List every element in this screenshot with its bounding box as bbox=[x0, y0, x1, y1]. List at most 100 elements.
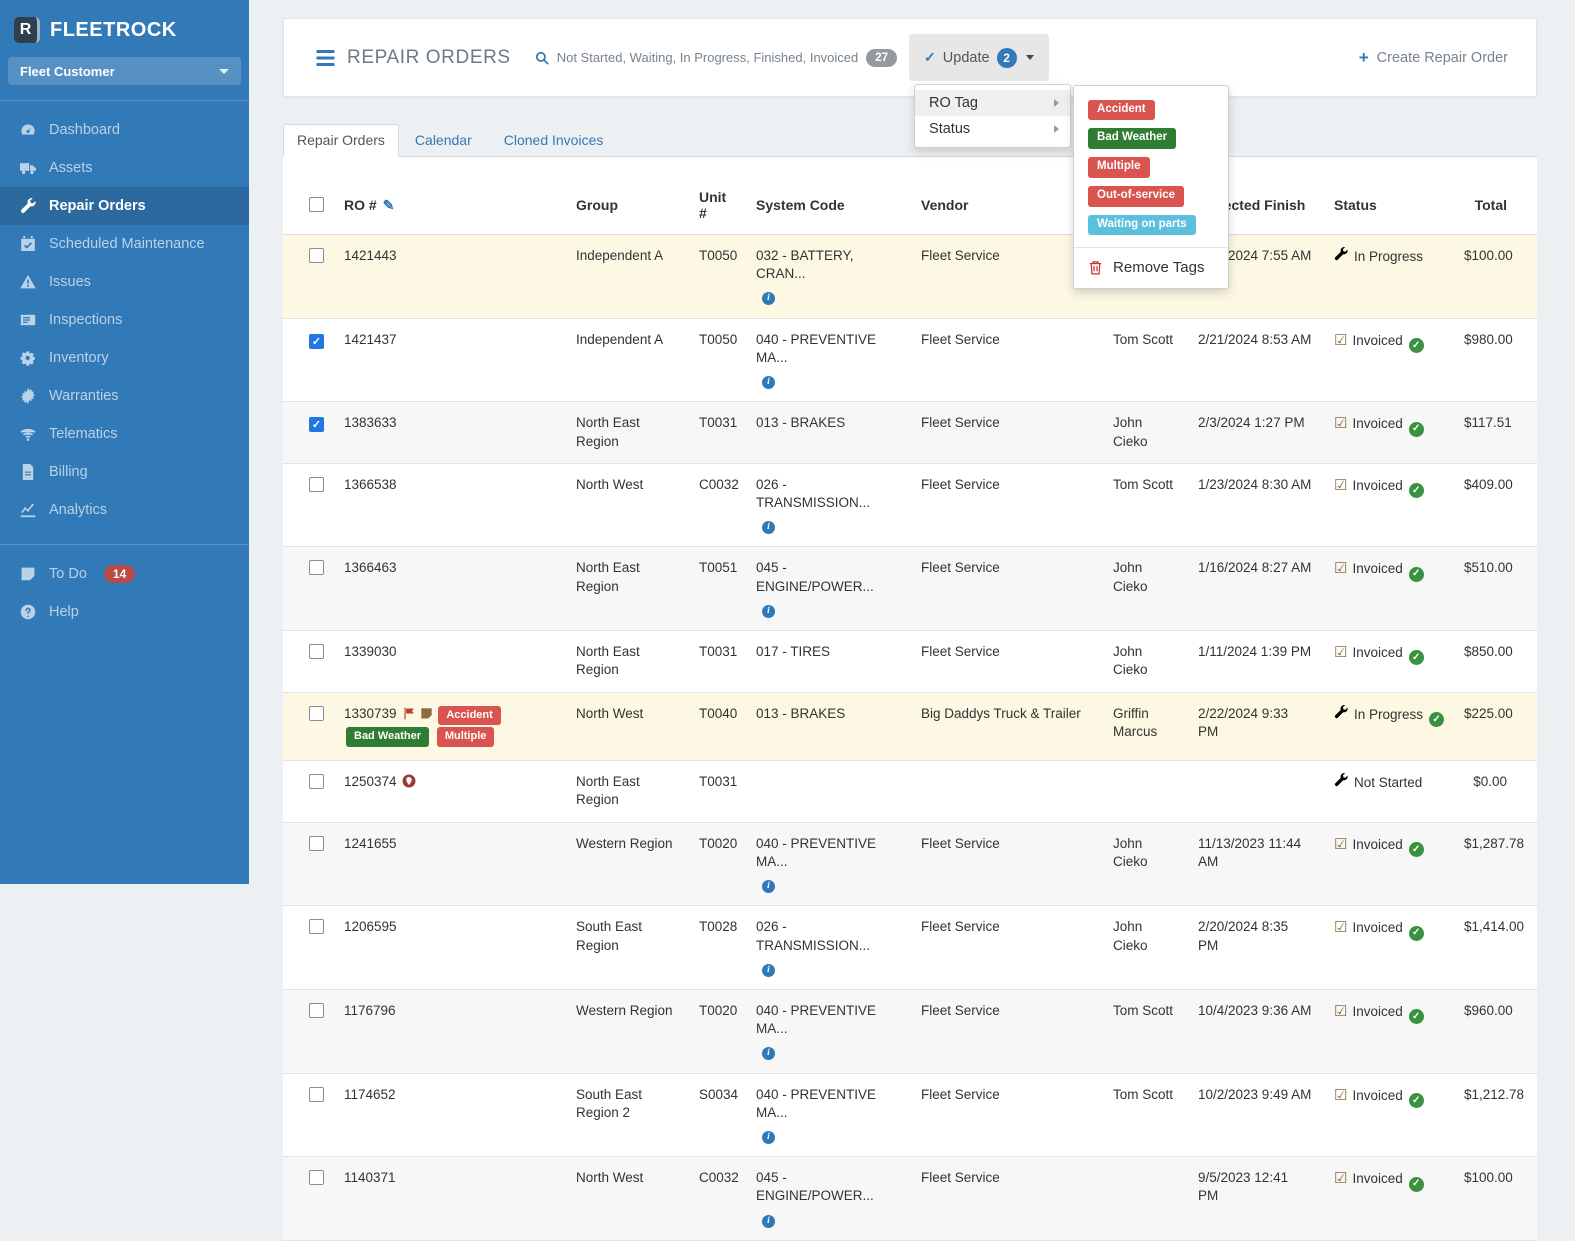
ro-number[interactable]: 1140371 bbox=[344, 1170, 396, 1185]
sidebar-item-inventory[interactable]: Inventory bbox=[0, 339, 249, 377]
info-icon[interactable]: i bbox=[762, 963, 775, 977]
sidebar-item-help[interactable]: Help bbox=[0, 593, 249, 631]
table-header: RO # ✎ Group Unit # System Code Vendor Expecte… bbox=[283, 177, 1537, 235]
tab-repair-orders[interactable]: Repair Orders bbox=[283, 124, 399, 157]
brand-logo[interactable]: R FLEETROCK bbox=[0, 0, 249, 51]
tag-option-waiting-on-parts[interactable]: Waiting on parts bbox=[1088, 214, 1196, 236]
status-filter[interactable]: Not Started, Waiting, In Progress, Finis… bbox=[535, 48, 898, 67]
row-checkbox[interactable] bbox=[309, 1086, 324, 1102]
ro-number[interactable]: 1250374 bbox=[344, 774, 397, 789]
group-cell: North West bbox=[560, 692, 683, 762]
tag-option-bad-weather[interactable]: Bad Weather bbox=[1088, 128, 1177, 150]
verified-check-icon: ✓ bbox=[1408, 1176, 1424, 1192]
ro-number[interactable]: 1339030 bbox=[344, 644, 397, 659]
row-checkbox[interactable] bbox=[309, 919, 324, 935]
expected-finish-cell: 10/4/2023 9:36 AM bbox=[1182, 989, 1318, 1074]
info-icon[interactable]: i bbox=[762, 1047, 775, 1061]
tag-option-accident[interactable]: Accident bbox=[1088, 99, 1155, 121]
tab-calendar[interactable]: Calendar bbox=[399, 125, 488, 156]
ro-number[interactable]: 1421443 bbox=[344, 248, 397, 263]
plus-icon: + bbox=[1358, 48, 1369, 67]
row-select-cell bbox=[283, 760, 328, 823]
sidebar-item-telematics[interactable]: Telematics bbox=[0, 415, 249, 453]
technician-cell: John Cieko bbox=[1097, 905, 1182, 990]
ro-number[interactable]: 1174652 bbox=[344, 1087, 396, 1102]
sidebar-item-to-do[interactable]: To Do 14 bbox=[0, 555, 249, 593]
ro-number-cell: 1339030 bbox=[328, 630, 560, 693]
row-checkbox[interactable] bbox=[309, 835, 324, 851]
table-row: 1366538 North West C0032 026 - TRANSMISSION… bbox=[283, 463, 1537, 548]
sidebar-item-scheduled-maintenance[interactable]: Scheduled Maintenance bbox=[0, 225, 249, 263]
total-cell: $1,212.78 bbox=[1448, 1073, 1537, 1158]
system-code-text: 045 - ENGINE/POWER... bbox=[756, 560, 874, 594]
row-checkbox[interactable] bbox=[309, 644, 324, 660]
ro-number[interactable]: 1241655 bbox=[344, 836, 397, 851]
table-row: 1330739 Accident Bad Weather Multiple Nor… bbox=[283, 692, 1537, 762]
ro-tag-multiple[interactable]: Multiple bbox=[436, 727, 495, 748]
row-checkbox[interactable] bbox=[309, 248, 324, 263]
row-checkbox[interactable] bbox=[309, 560, 324, 576]
inspection-list-icon bbox=[20, 312, 36, 328]
sidebar-item-warranties[interactable]: Warranties bbox=[0, 377, 249, 415]
tag-option-multiple[interactable]: Multiple bbox=[1088, 157, 1150, 178]
update-count-badge: 2 bbox=[996, 47, 1017, 68]
ro-number[interactable]: 1206595 bbox=[344, 919, 397, 934]
row-checkbox[interactable] bbox=[309, 476, 324, 492]
row-checkbox[interactable] bbox=[309, 1170, 324, 1186]
system-code-cell: 017 - TIRES bbox=[740, 630, 905, 693]
dropdown-item-ro-tag[interactable]: RO Tag bbox=[915, 90, 1071, 116]
sidebar-item-analytics[interactable]: Analytics bbox=[0, 491, 249, 529]
sidebar-item-dashboard[interactable]: Dashboard bbox=[0, 111, 249, 149]
update-button[interactable]: ✓ Update 2 bbox=[909, 34, 1049, 81]
info-icon[interactable]: i bbox=[762, 521, 775, 535]
ro-number-cell: 1176796 bbox=[328, 989, 560, 1074]
create-repair-order-button[interactable]: + Create Repair Order bbox=[1359, 49, 1508, 66]
ro-tag-bad-weather[interactable]: Bad Weather bbox=[346, 727, 430, 748]
total-cell: $100.00 bbox=[1448, 1156, 1537, 1241]
tag-option-out-of-service[interactable]: Out-of-service bbox=[1088, 185, 1185, 207]
info-icon[interactable]: i bbox=[762, 604, 775, 618]
select-all-checkbox[interactable] bbox=[309, 197, 324, 212]
customer-selector[interactable]: Fleet Customer bbox=[8, 57, 241, 85]
status-cell: ☑ Invoiced ✓ bbox=[1318, 546, 1448, 632]
edit-pencil-icon[interactable]: ✎ bbox=[383, 197, 395, 213]
wrench-status-icon bbox=[1334, 704, 1348, 719]
update-dropdown-menu: RO Tag Status bbox=[914, 84, 1072, 148]
row-checkbox[interactable] bbox=[309, 774, 324, 790]
info-icon[interactable]: i bbox=[762, 879, 775, 893]
tab-bar: Repair Orders Calendar Cloned Invoices bbox=[283, 124, 1537, 157]
sidebar-item-repair-orders[interactable]: Repair Orders bbox=[0, 187, 249, 225]
sidebar-footer-nav: To Do 14 Help bbox=[0, 555, 249, 631]
ro-tag-accident[interactable]: Accident bbox=[438, 705, 501, 726]
sidebar-item-inspections[interactable]: Inspections bbox=[0, 301, 249, 339]
row-checkbox[interactable]: ✓ bbox=[309, 417, 324, 433]
status-label: Not Started bbox=[1354, 775, 1423, 791]
ro-number[interactable]: 1330739 bbox=[344, 706, 397, 721]
ro-number[interactable]: 1383633 bbox=[344, 415, 397, 430]
row-checkbox[interactable] bbox=[309, 1002, 324, 1018]
ro-number[interactable]: 1176796 bbox=[344, 1003, 396, 1018]
sidebar-item-assets[interactable]: Assets bbox=[0, 149, 249, 187]
row-select-cell bbox=[283, 1073, 328, 1158]
menu-toggle-icon[interactable] bbox=[316, 49, 335, 66]
ro-number[interactable]: 1366463 bbox=[344, 560, 397, 575]
table-row: 1250374 North East Region T0031 Not Started… bbox=[283, 760, 1537, 823]
dropdown-item-status[interactable]: Status bbox=[915, 116, 1070, 142]
ro-number[interactable]: 1366538 bbox=[344, 477, 397, 492]
info-icon[interactable]: i bbox=[762, 1130, 775, 1144]
info-icon[interactable]: i bbox=[762, 376, 775, 389]
info-icon[interactable]: i bbox=[762, 292, 775, 306]
sidebar-item-billing[interactable]: Billing bbox=[0, 453, 249, 491]
table-row: 1206595 South East Region T0028 026 - TRANS… bbox=[283, 905, 1537, 990]
status-label: Invoiced bbox=[1352, 645, 1403, 661]
sidebar-item-label: Billing bbox=[49, 464, 88, 480]
row-select-cell bbox=[283, 463, 328, 548]
ro-number[interactable]: 1421437 bbox=[344, 332, 397, 347]
row-checkbox[interactable]: ✓ bbox=[309, 333, 324, 349]
tab-cloned-invoices[interactable]: Cloned Invoices bbox=[488, 125, 620, 156]
row-checkbox[interactable] bbox=[309, 705, 324, 721]
info-icon[interactable]: i bbox=[762, 1214, 775, 1228]
row-select-cell bbox=[283, 989, 328, 1074]
remove-tags-item[interactable]: Remove Tags bbox=[1074, 251, 1228, 285]
sidebar-item-issues[interactable]: Issues bbox=[0, 263, 249, 301]
